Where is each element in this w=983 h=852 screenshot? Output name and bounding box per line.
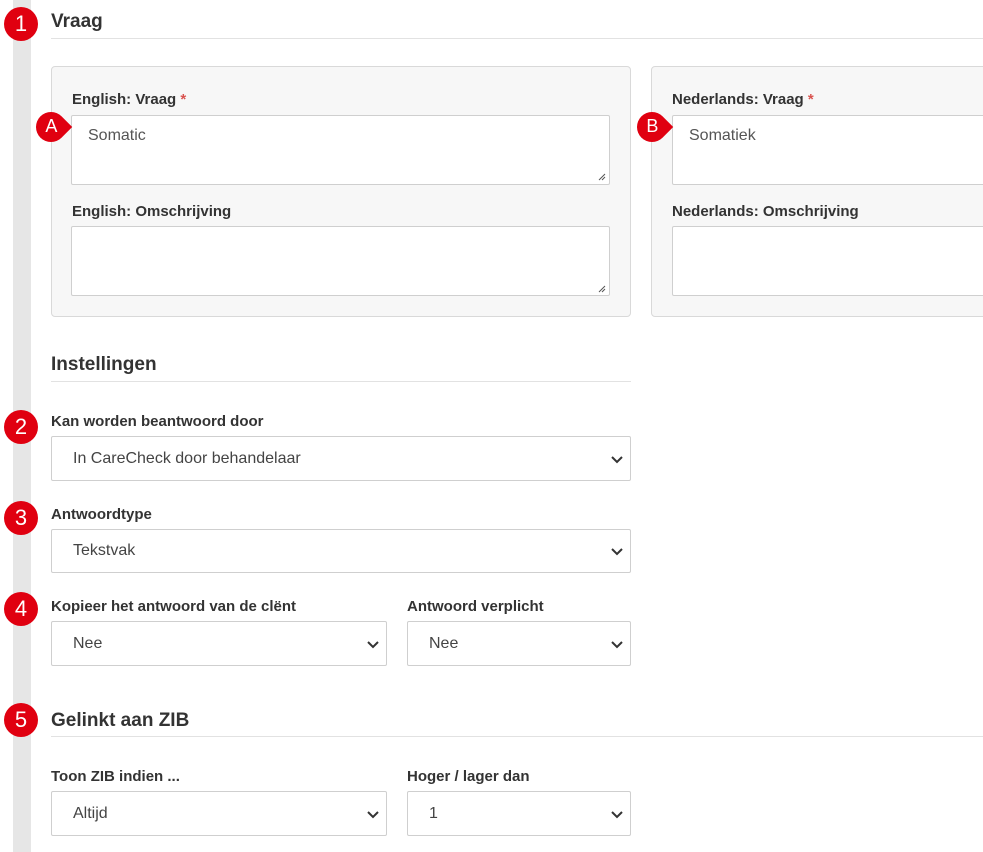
callout-badge-3: 3 — [4, 501, 38, 535]
chevron-down-icon — [611, 810, 623, 818]
section-divider — [51, 736, 983, 737]
english-question-field[interactable]: Somatic — [71, 115, 610, 185]
copy-answer-value: Nee — [73, 634, 103, 652]
zib-higher-lower-label: Hoger / lager dan — [407, 768, 530, 785]
copy-answer-select[interactable]: Nee — [51, 621, 387, 666]
required-answer-select[interactable]: Nee — [407, 621, 631, 666]
dutch-description-field[interactable] — [672, 226, 983, 296]
dutch-question-field[interactable]: Somatiek — [672, 115, 983, 185]
answered-by-label: Kan worden beantwoord door — [51, 413, 264, 430]
answer-type-select[interactable]: Tekstvak — [51, 529, 631, 573]
callout-badge-4: 4 — [4, 592, 38, 626]
chevron-down-icon — [611, 455, 623, 463]
chevron-down-icon — [367, 810, 379, 818]
zib-show-value: Altijd — [73, 804, 108, 822]
zib-show-label: Toon ZIB indien ... — [51, 768, 180, 785]
zib-higher-lower-value: 1 — [429, 804, 438, 822]
answer-type-label: Antwoordtype — [51, 506, 152, 523]
zib-higher-lower-select[interactable]: 1 — [407, 791, 631, 836]
section-divider — [51, 381, 631, 382]
chevron-down-icon — [611, 640, 623, 648]
section-title-zib: Gelinkt aan ZIB — [51, 710, 190, 731]
callout-badge-5: 5 — [4, 703, 38, 737]
callout-badge-1: 1 — [4, 7, 38, 41]
chevron-down-icon — [611, 548, 623, 556]
copy-answer-label: Kopieer het antwoord van de clënt — [51, 598, 297, 615]
english-question-label: English: Vraag * — [72, 91, 187, 108]
required-answer-label: Antwoord verplicht — [407, 598, 544, 615]
english-description-label: English: Omschrijving — [72, 203, 232, 220]
section-divider — [51, 38, 983, 39]
english-description-field[interactable] — [71, 226, 610, 296]
chevron-down-icon — [367, 640, 379, 648]
callout-badge-2: 2 — [4, 410, 38, 444]
answered-by-select[interactable]: In CareCheck door behandelaar — [51, 436, 631, 481]
dutch-question-label: Nederlands: Vraag * — [672, 91, 814, 108]
answered-by-value: In CareCheck door behandelaar — [73, 449, 301, 467]
answer-type-value: Tekstvak — [73, 542, 136, 559]
dutch-description-label: Nederlands: Omschrijving — [672, 203, 859, 220]
section-title-instellingen: Instellingen — [51, 354, 157, 375]
section-title-vraag: Vraag — [51, 11, 103, 32]
required-answer-value: Nee — [429, 634, 459, 652]
zib-show-select[interactable]: Altijd — [51, 791, 387, 836]
